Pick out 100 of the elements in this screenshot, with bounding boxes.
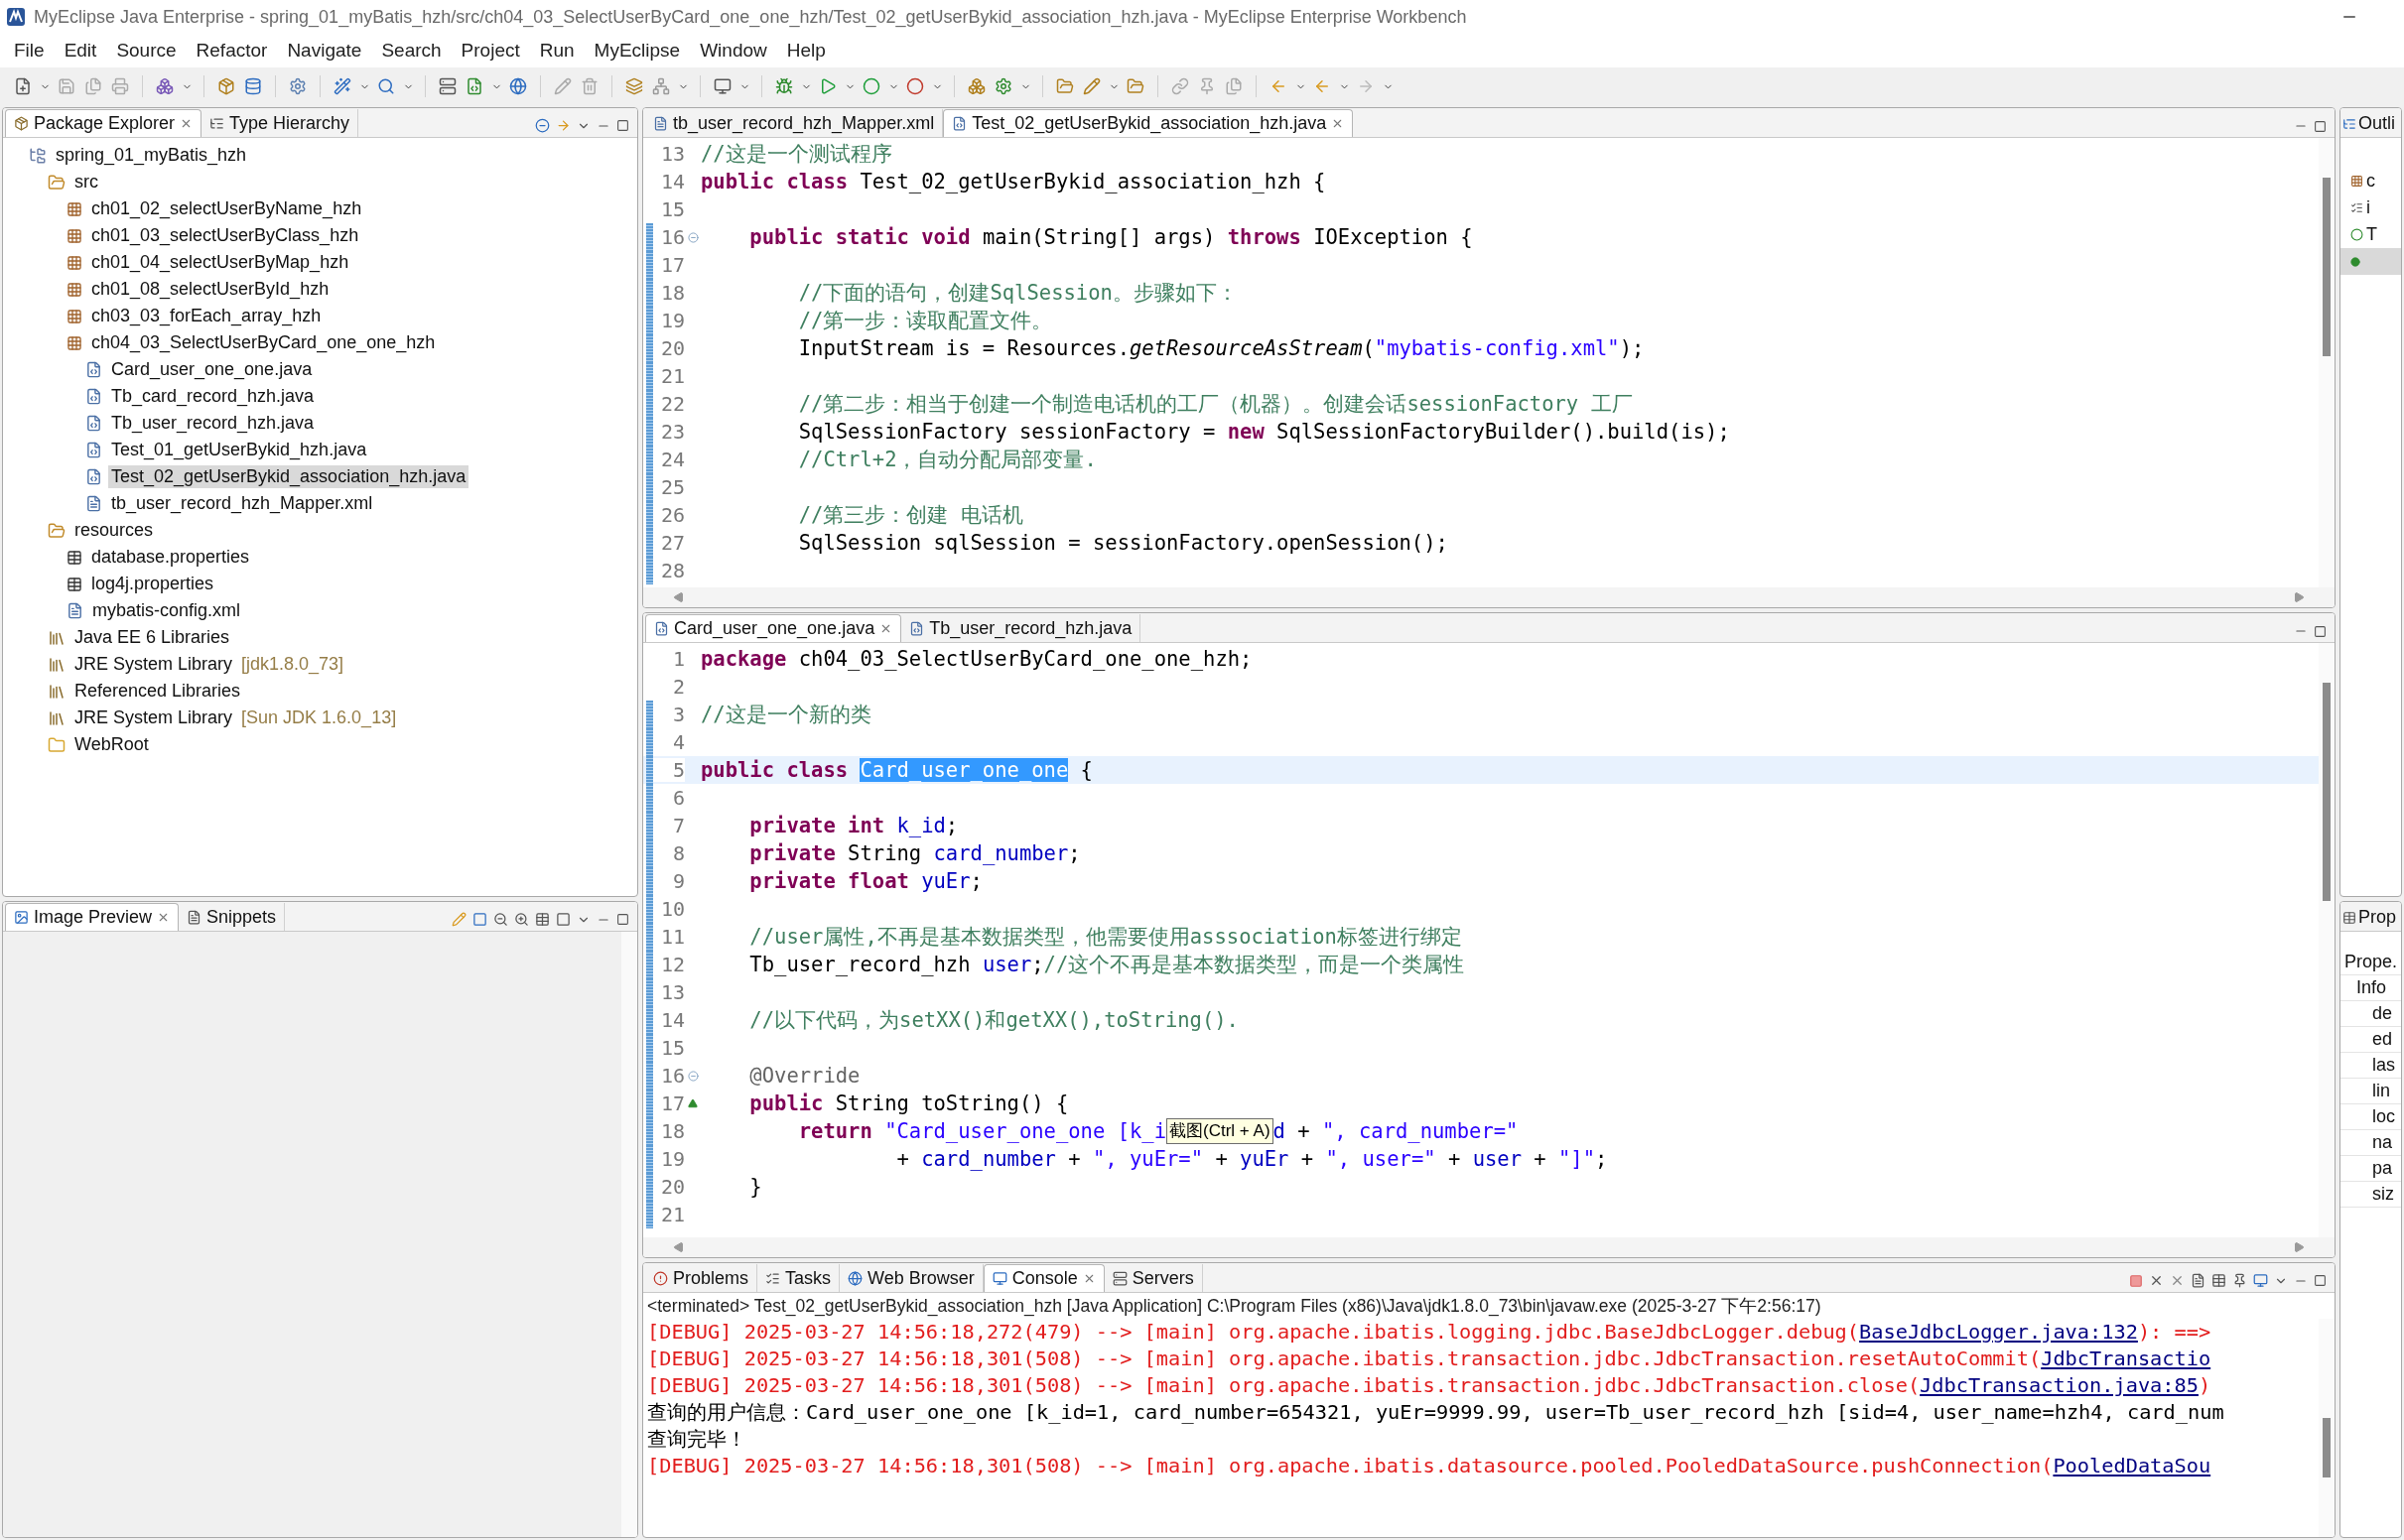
scroll-left-icon[interactable] — [673, 591, 685, 603]
tree-item[interactable]: database.properties — [88, 546, 253, 569]
tree-item[interactable]: spring_01_myBatis_hzh — [53, 144, 250, 167]
menu-item[interactable]: Window — [690, 38, 777, 64]
monitor-icon[interactable] — [714, 77, 732, 95]
pencil-icon[interactable] — [452, 912, 467, 927]
tree-item[interactable]: Java EE 6 Libraries — [71, 626, 233, 649]
folder-icon[interactable] — [1127, 77, 1144, 95]
tab[interactable]: Type Hierarchy — [201, 109, 359, 137]
menu-item[interactable]: MyEclipse — [584, 38, 691, 64]
boxes-icon[interactable] — [156, 77, 174, 95]
vertical-scrollbar[interactable] — [621, 932, 637, 1537]
back-icon[interactable] — [1313, 77, 1331, 95]
horizontal-scrollbar[interactable] — [643, 587, 2335, 607]
file-icon[interactable] — [466, 77, 483, 95]
folder-icon[interactable] — [1056, 77, 1074, 95]
tab[interactable]: Console — [983, 1264, 1105, 1292]
circle-icon[interactable] — [863, 77, 880, 95]
tree-item[interactable]: src — [71, 171, 101, 193]
save-icon[interactable] — [58, 77, 75, 95]
scroll-right-icon[interactable] — [2293, 591, 2305, 603]
link-icon[interactable] — [1171, 77, 1189, 95]
files-icon[interactable] — [84, 77, 102, 95]
gear-icon[interactable] — [995, 77, 1012, 95]
remove-all-icon[interactable] — [2170, 1273, 2185, 1288]
tab[interactable]: Snippets — [179, 903, 286, 931]
menu-item[interactable]: Run — [529, 38, 585, 64]
collapse-icon[interactable] — [535, 118, 550, 133]
gear-icon[interactable] — [289, 77, 307, 95]
table-icon[interactable] — [2211, 1273, 2226, 1288]
maximize-icon[interactable] — [616, 119, 629, 132]
tree-item[interactable]: ch01_03_selectUserByClass_hzh — [88, 224, 362, 247]
frame-icon[interactable] — [472, 912, 487, 927]
tree-item[interactable]: ch01_08_selectUserById_hzh — [88, 278, 333, 301]
tab[interactable]: Image Preview — [5, 903, 180, 931]
console-link[interactable]: BaseJdbcLogger.java:132 — [1859, 1320, 2138, 1344]
tree-item[interactable]: ch01_02_selectUserByName_hzh — [88, 197, 365, 220]
menu-item[interactable]: File — [4, 38, 55, 64]
tab[interactable]: Tb_user_record_hzh.java — [901, 614, 1141, 642]
database-icon[interactable] — [244, 77, 262, 95]
wand-icon[interactable] — [334, 77, 351, 95]
tab[interactable]: Test_02_getUserBykid_association_hzh.java — [943, 109, 1354, 137]
tree-item[interactable]: ch04_03_SelectUserByCard_one_one_hzh — [88, 331, 439, 354]
outline-item[interactable]: T — [2340, 221, 2401, 248]
back-icon[interactable] — [1269, 77, 1287, 95]
layers-icon[interactable] — [625, 77, 643, 95]
server-icon[interactable] — [439, 77, 457, 95]
maximize-icon[interactable] — [2314, 1274, 2327, 1287]
outline-item[interactable] — [2340, 248, 2401, 275]
tree-item[interactable]: Tb_card_record_hzh.java — [108, 385, 318, 408]
bug-icon[interactable] — [775, 77, 793, 95]
maximize-icon[interactable] — [616, 913, 629, 926]
tab[interactable]: Card_user_one_one.java — [645, 614, 902, 642]
vertical-scrollbar[interactable] — [2319, 138, 2335, 587]
tree-item[interactable]: Referenced Libraries — [71, 680, 244, 703]
run-icon[interactable] — [819, 77, 837, 95]
circle-icon[interactable] — [906, 77, 924, 95]
tree-item[interactable]: resources — [71, 519, 157, 542]
menu-item[interactable]: Source — [106, 38, 187, 64]
tree-item[interactable]: Tb_user_record_hzh.java — [108, 412, 318, 435]
vertical-scrollbar[interactable] — [2319, 643, 2335, 1237]
fold-icon[interactable] — [687, 1070, 699, 1082]
tab[interactable]: Problems — [645, 1264, 758, 1292]
tree-item[interactable]: log4j.properties — [88, 573, 217, 595]
console-link[interactable]: JdbcTransactio — [2041, 1347, 2211, 1370]
menu-item[interactable]: Navigate — [277, 38, 372, 64]
tree-item[interactable]: JRE System Library — [71, 653, 236, 676]
zoom-out-icon[interactable] — [493, 912, 508, 927]
close-icon[interactable] — [2149, 1273, 2164, 1288]
tree-item[interactable]: ch03_03_forEach_array_hzh — [88, 305, 325, 327]
menu-item[interactable]: Refactor — [186, 38, 278, 64]
pencil-icon[interactable] — [554, 77, 572, 95]
tree-item[interactable]: ch01_04_selectUserByMap_hzh — [88, 251, 352, 274]
tree-item[interactable]: JRE System Library — [71, 706, 236, 729]
tab[interactable]: Package Explorer — [5, 109, 202, 137]
console-link[interactable]: PooledDataSou — [2053, 1454, 2211, 1477]
stop-icon[interactable] — [2129, 1273, 2143, 1288]
tree-item[interactable]: Test_01_getUserBykid_hzh.java — [108, 439, 370, 461]
outline-item[interactable]: c — [2340, 168, 2401, 194]
tree-item[interactable]: tb_user_record_hzh_Mapper.xml — [108, 492, 376, 515]
tree-item[interactable]: mybatis-config.xml — [89, 599, 244, 622]
trash-icon[interactable] — [581, 77, 599, 95]
vertical-scrollbar[interactable] — [2319, 1319, 2335, 1537]
tab[interactable]: Servers — [1104, 1264, 1203, 1292]
zoom-in-icon[interactable] — [514, 912, 529, 927]
fold-icon[interactable] — [687, 231, 699, 243]
maximize-icon[interactable] — [2314, 119, 2327, 133]
tree-item[interactable]: WebRoot — [71, 733, 152, 756]
search-icon[interactable] — [377, 77, 395, 95]
tree-item[interactable]: Card_user_one_one.java — [108, 358, 316, 381]
files-icon[interactable] — [1225, 77, 1243, 95]
outline-item[interactable]: i — [2340, 194, 2401, 221]
link-icon[interactable] — [556, 118, 571, 133]
maximize-icon[interactable] — [2314, 624, 2327, 638]
menu-item[interactable]: Project — [451, 38, 530, 64]
pencil-icon[interactable] — [1083, 77, 1101, 95]
boxes-icon[interactable] — [968, 77, 986, 95]
package-icon[interactable] — [217, 77, 235, 95]
horizontal-scrollbar[interactable] — [643, 1237, 2335, 1257]
console-link[interactable]: JdbcTransaction.java:85 — [1920, 1373, 2199, 1397]
